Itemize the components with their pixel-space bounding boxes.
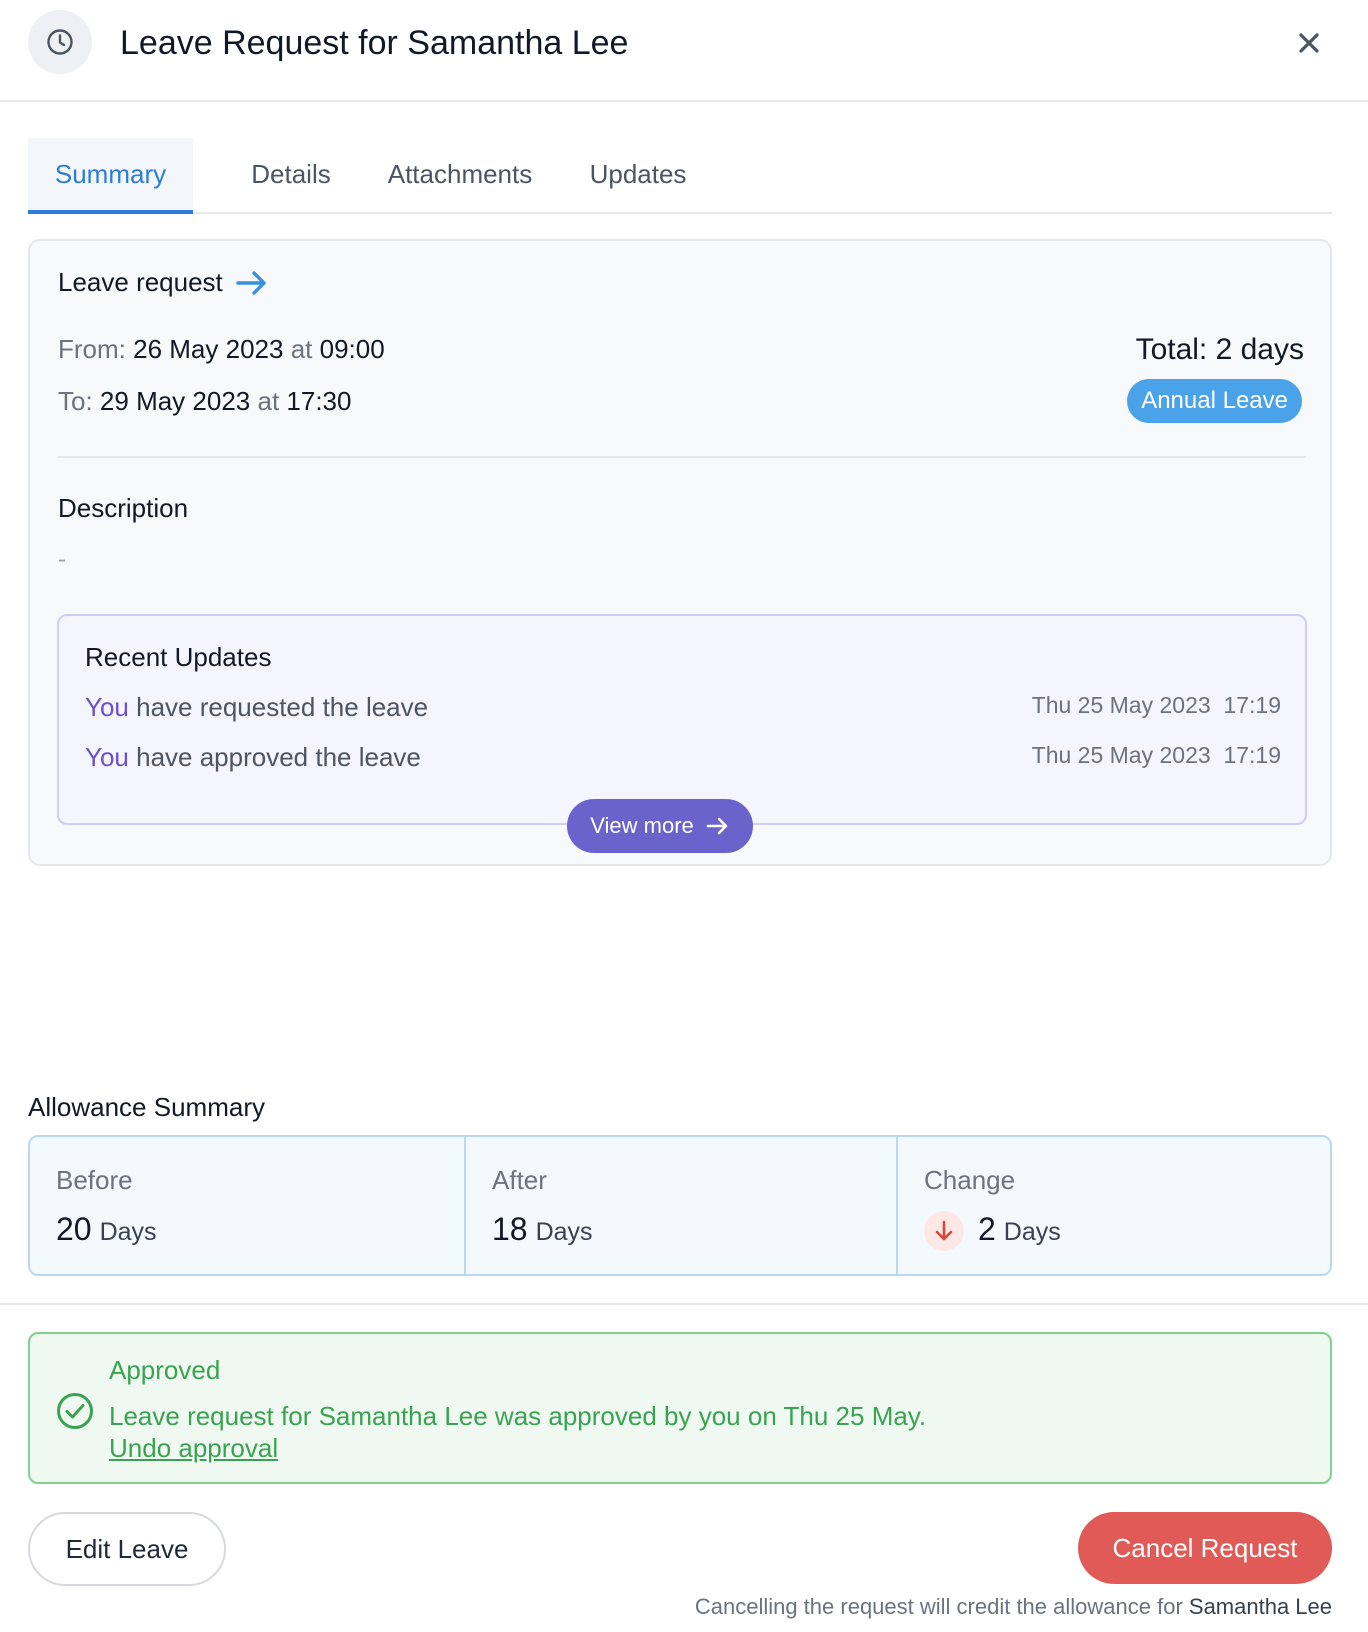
allowance-change: Change 2 Days [896,1137,1330,1274]
to-row: To: 29 May 2023 at 17:30 [58,386,351,417]
tab-updates[interactable]: Updates [563,138,713,212]
update-text: You have approved the leave [85,742,421,773]
update-item: You have approved the leave Thu 25 May 2… [85,742,1281,773]
from-row: From: 26 May 2023 at 09:00 [58,334,385,365]
from-label: From: [58,334,126,364]
arrow-right-icon [236,270,266,295]
at-word: at [257,386,280,416]
allowance-change-value: 2 Days [924,1211,1061,1251]
update-time: Thu 25 May 2023 17:19 [1031,742,1281,768]
allowance-after: After 18 Days [464,1137,896,1274]
after-unit: Days [535,1218,593,1246]
dialog-header: Leave Request for Samantha Lee [0,0,1368,102]
at-word: at [290,334,313,364]
update-time: Thu 25 May 2023 17:19 [1031,692,1281,718]
allowance-after-label: After [492,1165,547,1195]
undo-approval-link[interactable]: Undo approval [109,1433,278,1464]
tab-summary[interactable]: Summary [28,138,193,214]
allowance-before-value: 20 Days [56,1211,157,1248]
to-label: To: [58,386,93,416]
footnote-text: Cancelling the request will credit the a… [694,1594,1183,1619]
allowance-before: Before 20 Days [30,1137,464,1274]
update-item: You have requested the leave Thu 25 May … [85,692,1281,723]
cancel-request-button[interactable]: Cancel Request [1078,1512,1332,1584]
leave-request-title: Leave request [58,267,223,297]
from-time: 09:00 [319,334,385,364]
change-number: 2 [978,1211,996,1247]
cancel-footnote: Cancelling the request will credit the a… [695,1594,1332,1620]
arrow-down-icon [924,1211,964,1251]
update-text: You have requested the leave [85,692,428,723]
clock-icon [28,10,92,74]
approval-text: Leave request for Samantha Lee was appro… [109,1401,927,1431]
approval-title: Approved [109,1355,221,1385]
approval-banner: Approved Leave request for Samantha Lee … [28,1332,1332,1484]
tab-details[interactable]: Details [223,138,359,212]
description-label: Description [58,493,189,523]
update-action: have requested the leave [136,692,429,722]
leave-request-card: Leave request From: 26 May 2023 at 09:00… [28,239,1332,866]
view-more-label: View more [590,813,694,838]
allowance-before-label: Before [56,1165,133,1195]
footnote-name: Samantha Lee [1188,1594,1332,1619]
tab-attachments[interactable]: Attachments [371,138,549,212]
update-actor: You [85,692,129,722]
description-value: - [58,546,66,573]
leave-type-badge: Annual Leave [1127,379,1302,423]
dialog-title: Leave Request for Samantha Lee [120,24,629,62]
update-actor: You [85,742,129,772]
allowance-summary: Before 20 Days After 18 Days Change 2 Da… [28,1135,1332,1276]
allowance-title: Allowance Summary [28,1092,265,1122]
view-more-button[interactable]: View more [567,799,753,853]
tab-bar: Summary Details Attachments Updates [28,138,1332,214]
divider [0,1303,1368,1305]
total-days: Total: 2 days [1135,333,1304,366]
divider [58,456,1306,458]
leave-request-link[interactable]: Leave request [58,267,269,298]
to-time: 17:30 [286,386,352,416]
from-date: 26 May 2023 [133,334,284,364]
change-unit: Days [1003,1218,1061,1246]
to-date: 29 May 2023 [99,386,251,416]
allowance-change-label: Change [924,1165,1016,1195]
close-icon[interactable] [1292,26,1326,60]
recent-updates-title: Recent Updates [85,642,272,672]
before-unit: Days [99,1218,157,1246]
allowance-after-value: 18 Days [492,1211,593,1248]
arrow-right-icon [706,817,728,835]
recent-updates-panel: Recent Updates You have requested the le… [57,614,1307,825]
before-number: 20 [56,1211,92,1247]
edit-leave-button[interactable]: Edit Leave [28,1512,226,1586]
after-number: 18 [492,1211,528,1247]
check-circle-icon [56,1392,94,1435]
update-action: have approved the leave [136,742,421,772]
